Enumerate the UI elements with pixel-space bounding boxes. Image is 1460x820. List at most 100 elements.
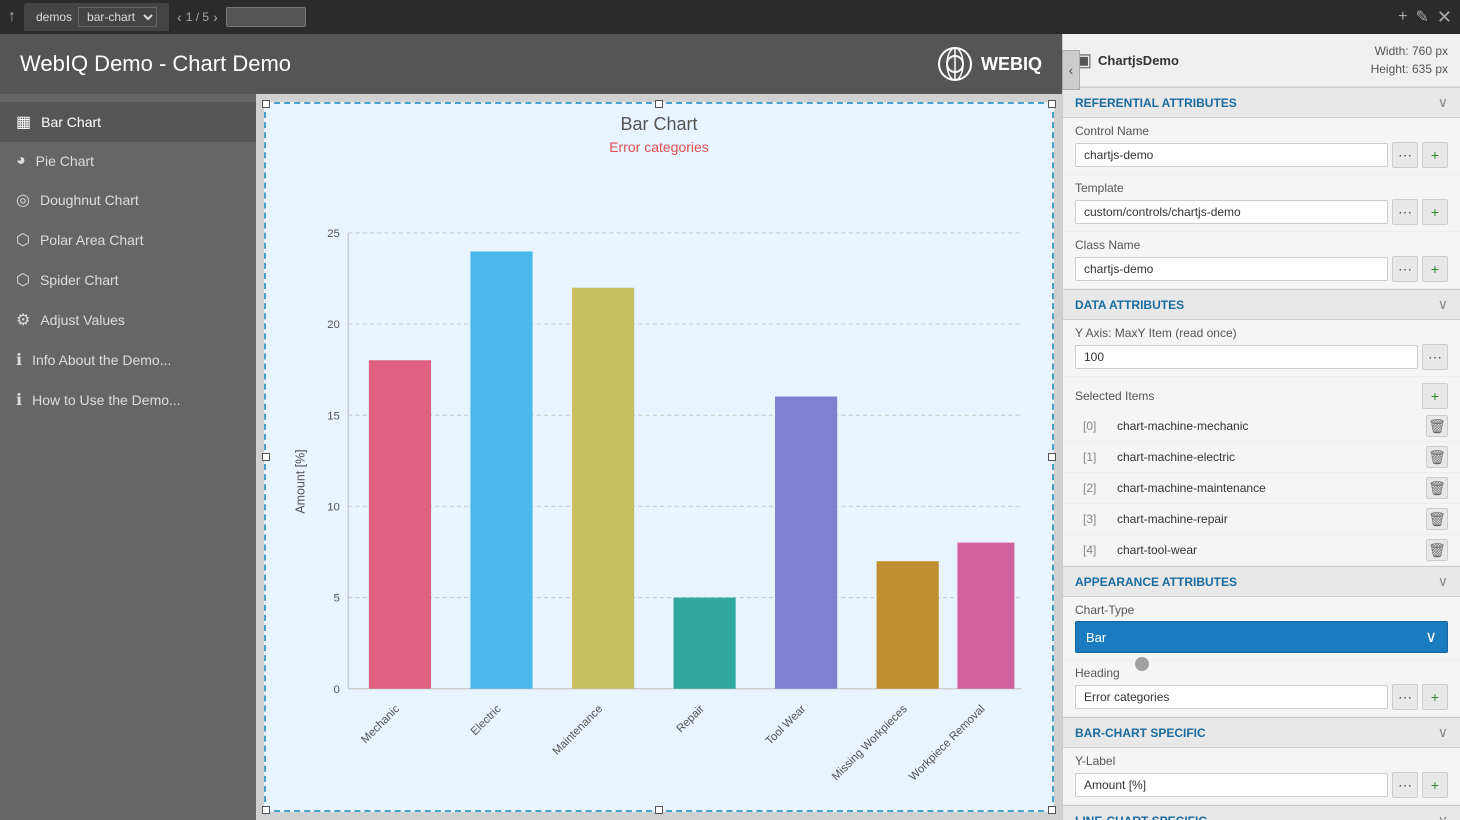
section-appearance: APPEARANCE ATTRIBUTES ∨: [1063, 566, 1460, 597]
webiq-label: WEBIQ: [981, 54, 1042, 75]
pie-chart-icon: ◕: [16, 152, 26, 170]
svg-text:Missing Workpieces: Missing Workpieces: [830, 703, 910, 783]
chart-type-select[interactable]: Bar ∨: [1075, 621, 1448, 653]
top-bar: ↑ demos bar-chart ‹ 1 / 5 › + ✎ ✕: [0, 0, 1460, 34]
y-label-edit-btn[interactable]: ⋯: [1392, 772, 1418, 798]
item-4-index: [4]: [1083, 543, 1111, 557]
bar-mechanic: [369, 360, 431, 688]
item-1-delete-btn[interactable]: 🗑: [1426, 446, 1448, 468]
demo-panel: WebIQ Demo - Chart Demo WEBIQ ▦ Bar Char…: [0, 34, 1062, 820]
bar-chart-collapse-icon[interactable]: ∨: [1438, 724, 1448, 741]
template-value[interactable]: custom/controls/chartjs-demo: [1075, 200, 1388, 224]
control-name-add-btn[interactable]: +: [1422, 142, 1448, 168]
control-name-label: Control Name: [1075, 124, 1448, 138]
sidebar-item-polar-area-chart[interactable]: ⬡ Polar Area Chart: [0, 220, 256, 260]
sidebar-item-label: Spider Chart: [40, 272, 119, 288]
demo-header: WebIQ Demo - Chart Demo WEBIQ: [0, 34, 1062, 94]
chart-type-label: Chart-Type: [1075, 603, 1448, 617]
line-chart-collapse-icon[interactable]: ∨: [1438, 812, 1448, 820]
referential-title: REFERENTIAL ATTRIBUTES: [1075, 96, 1237, 110]
sidebar-item-how-to[interactable]: ℹ How to Use the Demo...: [0, 380, 256, 420]
selected-items-add-btn[interactable]: +: [1422, 383, 1448, 409]
class-name-edit-btn[interactable]: ⋯: [1392, 256, 1418, 282]
item-3-index: [3]: [1083, 512, 1111, 526]
control-name-value[interactable]: chartjs-demo: [1075, 143, 1388, 167]
class-name-prop: Class Name chartjs-demo ⋯ +: [1063, 232, 1460, 289]
dimension-info: Width: 760 px Height: 635 px: [1371, 42, 1448, 78]
nav-prev-button[interactable]: ‹: [177, 9, 182, 25]
y-label-add-btn[interactable]: +: [1422, 772, 1448, 798]
section-line-chart: LINE-CHART SPECIFIC ∨: [1063, 805, 1460, 820]
data-collapse-icon[interactable]: ∨: [1438, 296, 1448, 313]
template-add-btn[interactable]: +: [1422, 199, 1448, 225]
chart-type-dropdown-icon: ∨: [1425, 627, 1437, 647]
bar-tool-wear: [775, 397, 837, 689]
referential-collapse-icon[interactable]: ∨: [1438, 94, 1448, 111]
item-1-name: chart-machine-electric: [1117, 450, 1420, 464]
sidebar-item-adjust-values[interactable]: ⚙ Adjust Values: [0, 300, 256, 340]
item-0-delete-btn[interactable]: 🗑: [1426, 415, 1448, 437]
svg-text:Workpiece Removal: Workpiece Removal: [907, 703, 987, 783]
nav-next-button[interactable]: ›: [213, 9, 218, 25]
tab-name-input[interactable]: [226, 7, 306, 27]
section-data: DATA ATTRIBUTES ∨: [1063, 289, 1460, 320]
edit-icon[interactable]: ✎: [1416, 7, 1429, 27]
handle-top-right[interactable]: [1048, 100, 1056, 108]
y-label-value[interactable]: Amount [%]: [1075, 773, 1388, 797]
chart-heading: Error categories: [609, 139, 709, 155]
item-row-4: [4] chart-tool-wear 🗑: [1063, 535, 1460, 566]
y-axis-value[interactable]: 100: [1075, 345, 1418, 369]
control-name-edit-btn[interactable]: ⋯: [1392, 142, 1418, 168]
item-3-delete-btn[interactable]: 🗑: [1426, 508, 1448, 530]
tab-label: demos: [36, 10, 72, 24]
close-button[interactable]: ✕: [1437, 7, 1452, 28]
handle-top-mid[interactable]: [655, 100, 663, 108]
item-4-delete-btn[interactable]: 🗑: [1426, 539, 1448, 561]
sidebar-item-label: Bar Chart: [41, 114, 101, 130]
bar-missing-workpieces: [877, 561, 939, 688]
item-2-delete-btn[interactable]: 🗑: [1426, 477, 1448, 499]
right-panel-header: ▣ ChartjsDemo Width: 760 px Height: 635 …: [1063, 34, 1460, 87]
nav-up-icon[interactable]: ↑: [8, 8, 16, 26]
class-name-value[interactable]: chartjs-demo: [1075, 257, 1388, 281]
panel-toggle-button[interactable]: ‹: [1062, 50, 1080, 90]
handle-top-left[interactable]: [262, 100, 270, 108]
sidebar-item-spider-chart[interactable]: ⬡ Spider Chart: [0, 260, 256, 300]
appearance-collapse-icon[interactable]: ∨: [1438, 573, 1448, 590]
add-tab-icon[interactable]: +: [1398, 8, 1407, 26]
bar-workpiece-removal: [957, 543, 1014, 689]
item-2-name: chart-machine-maintenance: [1117, 481, 1420, 495]
doughnut-chart-icon: ◎: [16, 190, 30, 210]
svg-text:Tool Wear: Tool Wear: [764, 703, 809, 748]
sidebar-item-info[interactable]: ℹ Info About the Demo...: [0, 340, 256, 380]
main-area: WebIQ Demo - Chart Demo WEBIQ ▦ Bar Char…: [0, 34, 1460, 820]
chart-container: Bar Chart Error categories Amount [%]: [264, 102, 1054, 812]
chart-area: Bar Chart Error categories Amount [%]: [256, 94, 1062, 820]
template-prop: Template custom/controls/chartjs-demo ⋯ …: [1063, 175, 1460, 232]
sidebar-item-label: How to Use the Demo...: [32, 392, 181, 408]
bar-chart-icon: ▦: [16, 112, 31, 132]
svg-text:0: 0: [334, 684, 340, 696]
heading-add-btn[interactable]: +: [1422, 684, 1448, 710]
item-row-0: [0] chart-machine-mechanic 🗑: [1063, 411, 1460, 442]
template-edit-btn[interactable]: ⋯: [1392, 199, 1418, 225]
svg-text:25: 25: [327, 228, 340, 240]
y-axis-edit-btn[interactable]: ⋯: [1422, 344, 1448, 370]
heading-value[interactable]: Error categories: [1075, 685, 1388, 709]
tab-selector[interactable]: bar-chart: [78, 7, 157, 27]
item-0-name: chart-machine-mechanic: [1117, 419, 1420, 433]
item-row-2: [2] chart-machine-maintenance 🗑: [1063, 473, 1460, 504]
svg-text:15: 15: [327, 410, 340, 422]
class-name-add-btn[interactable]: +: [1422, 256, 1448, 282]
svg-text:Maintenance: Maintenance: [551, 703, 606, 758]
control-name-prop: Control Name chartjs-demo ⋯ +: [1063, 118, 1460, 175]
heading-edit-btn[interactable]: ⋯: [1392, 684, 1418, 710]
bar-electric: [470, 251, 532, 688]
demo-logo: WEBIQ: [937, 46, 1042, 82]
sidebar-item-bar-chart[interactable]: ▦ Bar Chart: [0, 102, 256, 142]
sidebar-item-pie-chart[interactable]: ◕ Pie Chart: [0, 142, 256, 180]
bar-repair: [674, 598, 736, 689]
sidebar-item-doughnut-chart[interactable]: ◎ Doughnut Chart: [0, 180, 256, 220]
how-to-icon: ℹ: [16, 390, 22, 410]
webiq-logo-icon: [937, 46, 973, 82]
